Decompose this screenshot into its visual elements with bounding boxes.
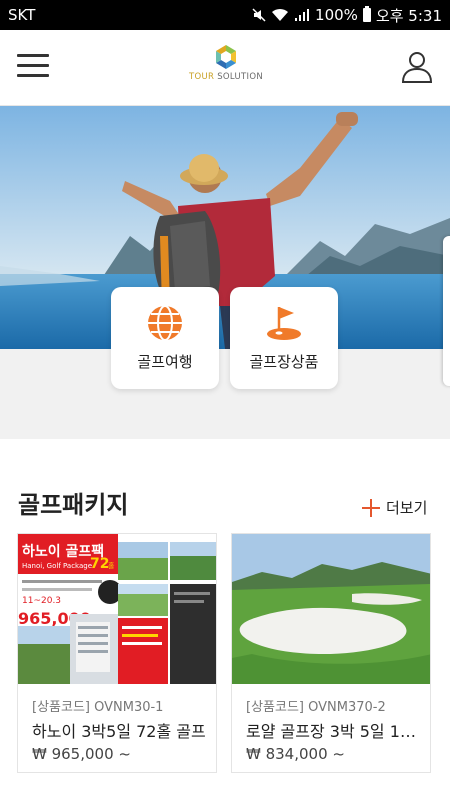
section-title: 골프패키지 [18, 491, 129, 519]
carrier-label: SKT [8, 6, 36, 24]
poster-holes-unit: 홀 [108, 561, 115, 570]
user-profile-icon[interactable] [400, 50, 434, 84]
category-golf-travel[interactable]: 골프여행 [111, 287, 219, 389]
status-icons: 100% 오후 5:31 [252, 5, 442, 26]
plus-icon [362, 498, 380, 517]
product-image [232, 534, 430, 684]
category-label: 골프여행 [137, 353, 193, 371]
product-code: [상품코드] OVNM30-1 [32, 700, 164, 715]
poster-subtitle: Hanoi, Golf Package [22, 562, 92, 570]
logo-text: TOUR SOLUTION [189, 72, 263, 82]
product-name: 하노이 3박5일 72홀 골프 [32, 722, 206, 741]
logo[interactable]: TOUR SOLUTION [188, 44, 264, 92]
product-price: ₩ 834,000 ~ [246, 745, 345, 763]
battery-icon [362, 6, 371, 22]
battery-percent: 100% [315, 6, 358, 24]
hero-banner [0, 106, 450, 349]
product-image: 하노이 골프팩 Hanoi, Golf Package 72 홀 11~20.3… [18, 534, 216, 684]
signal-icon [295, 9, 310, 21]
logo-mark-icon [216, 45, 236, 69]
product-code: [상품코드] OVNM370-2 [246, 700, 386, 715]
mute-icon [252, 8, 266, 22]
product-name: 로얄 골프장 3박 5일 10… [246, 722, 426, 741]
app-header: TOUR SOLUTION [0, 30, 450, 106]
product-card[interactable]: 하노이 골프팩 Hanoi, Golf Package 72 홀 11~20.3… [17, 533, 217, 773]
side-drawer-handle[interactable] [443, 236, 450, 386]
hamburger-menu-icon[interactable] [17, 54, 49, 78]
category-label: 골프장상품 [249, 353, 319, 371]
product-card[interactable]: [상품코드] OVNM370-2 로얄 골프장 3박 5일 10… ₩ 834,… [231, 533, 431, 773]
poster-holes: 72 [90, 556, 109, 572]
hero-traveler-image [0, 106, 450, 349]
globe-icon [148, 305, 182, 341]
poster-date: 11~20.3 [22, 596, 61, 606]
more-button[interactable]: 더보기 [362, 497, 427, 518]
status-bar: SKT 100% 오후 5:31 [0, 0, 450, 30]
golf-flag-icon [267, 307, 301, 340]
more-label: 더보기 [386, 499, 428, 517]
product-price: ₩ 965,000 ~ [32, 745, 131, 763]
category-band [0, 349, 450, 439]
clock: 오후 5:31 [375, 6, 442, 25]
wifi-icon [272, 8, 289, 21]
category-golf-course[interactable]: 골프장상품 [230, 287, 338, 389]
